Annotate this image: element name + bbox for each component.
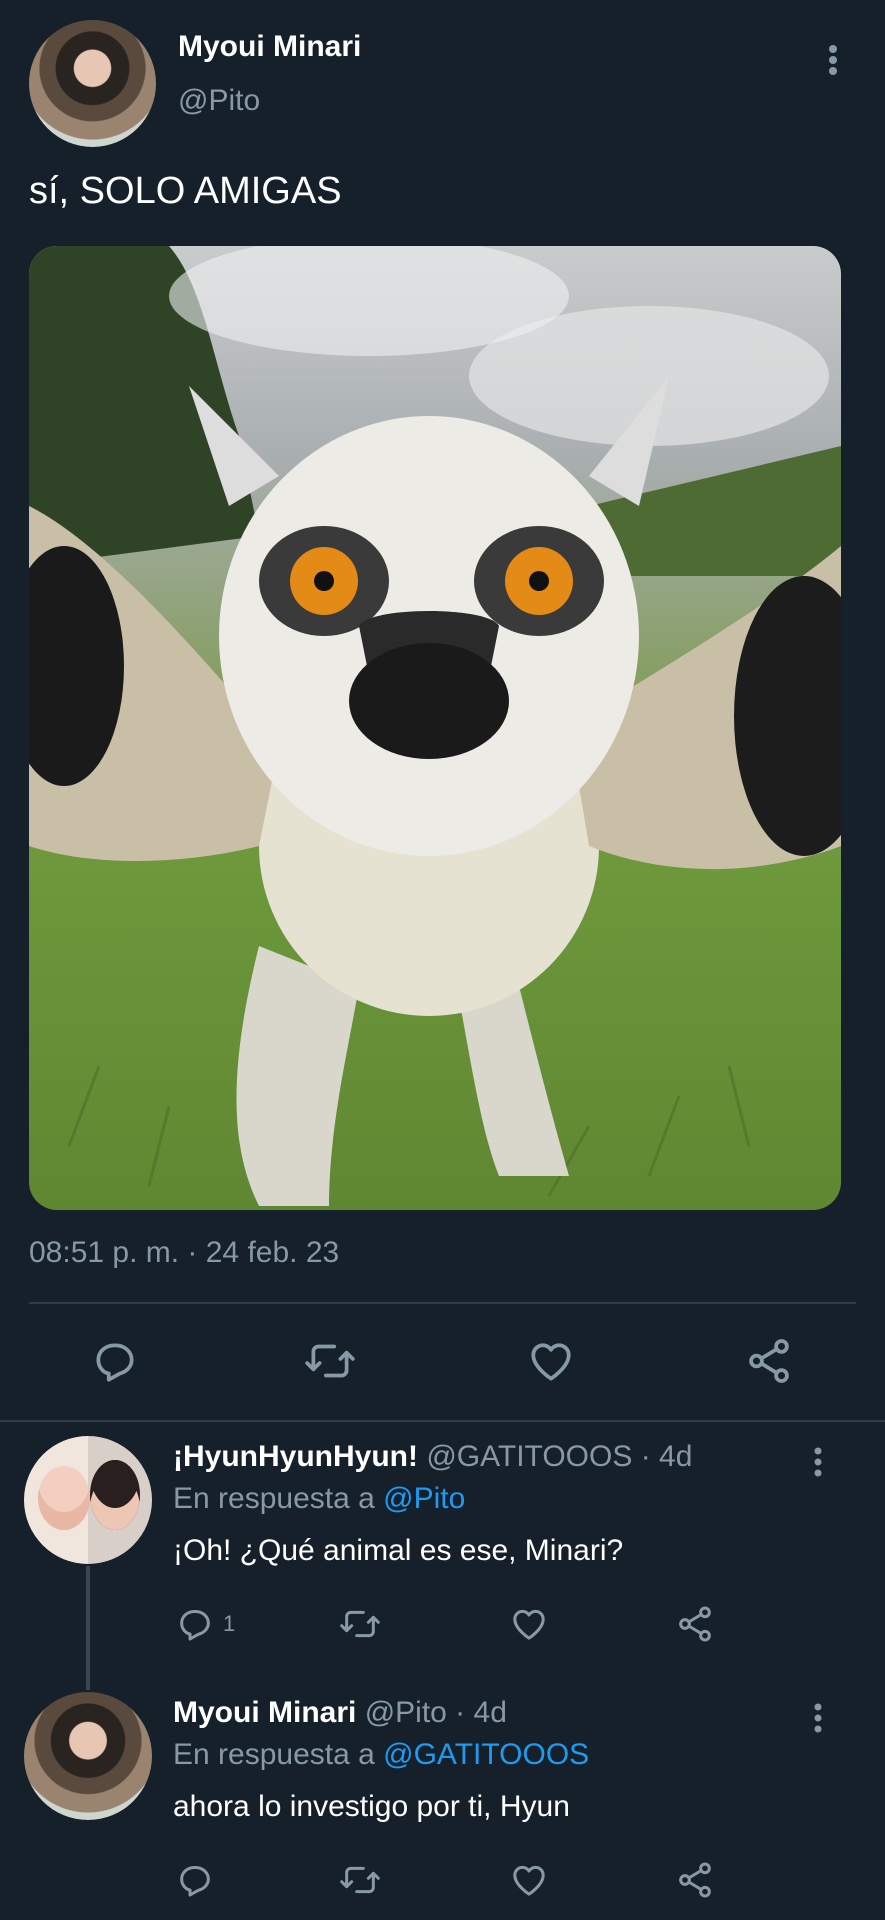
replying-to: En respuesta a @GATITOOOS [173,1738,589,1772]
separator: · [632,1440,660,1473]
reply-author-name[interactable]: ¡HyunHyunHyun! [173,1440,418,1473]
author-handle[interactable]: @Pito [178,84,260,118]
heart-icon[interactable] [508,1604,550,1644]
share-icon[interactable] [675,1604,715,1644]
replying-to-link[interactable]: @GATITOOOS [383,1738,589,1771]
reply-age: 4d [473,1696,507,1729]
reply-header: ¡HyunHyunHyun! @GATITOOOS · 4d [173,1440,692,1474]
share-icon[interactable] [675,1860,715,1900]
retweet-icon[interactable] [338,1604,382,1644]
author-name[interactable]: Myoui Minari [178,30,361,64]
reply-item[interactable]: Myoui Minari @Pito · 4d En respuesta a @… [0,1678,885,1920]
reply-text: ¡Oh! ¿Qué animal es ese, Minari? [173,1534,624,1567]
reply-avatar[interactable] [24,1692,152,1820]
heart-icon[interactable] [508,1860,550,1900]
replying-prefix: En respuesta a [173,1482,384,1515]
replying-to: En respuesta a @Pito [173,1482,465,1516]
replying-to-link[interactable]: @Pito [383,1482,465,1515]
more-vertical-icon[interactable] [806,1700,830,1736]
reply-action[interactable]: 1 [175,1604,235,1644]
tweet-media-image[interactable] [29,246,841,1210]
main-tweet: Myoui Minari @Pito sí, SOLO AMIGAS 08:51… [0,0,885,1422]
author-avatar[interactable] [29,20,156,147]
more-vertical-icon[interactable] [818,40,848,80]
tweet-timestamp: 08:51 p. m. · 24 feb. 23 [29,1236,340,1269]
reply-author-name[interactable]: Myoui Minari [173,1696,356,1729]
retweet-icon[interactable] [338,1860,382,1900]
reply-action[interactable] [175,1860,223,1900]
retweet-icon[interactable] [303,1336,357,1386]
reply-icon[interactable] [90,1336,140,1386]
reply-icon[interactable] [175,1604,215,1644]
more-vertical-icon[interactable] [806,1444,830,1480]
replying-prefix: En respuesta a [173,1738,384,1771]
reply-avatar[interactable] [24,1436,152,1564]
heart-icon[interactable] [525,1336,577,1386]
separator: · [446,1696,474,1729]
reply-age: 4d [659,1440,693,1473]
reply-author-handle[interactable]: @Pito [365,1696,447,1729]
thread-connector-line [86,1566,90,1690]
reply-text: ahora lo investigo por ti, Hyun [173,1790,570,1823]
tweet-text: sí, SOLO AMIGAS [29,170,342,212]
reply-item[interactable]: ¡HyunHyunHyun! @GATITOOOS · 4d En respue… [0,1422,885,1690]
share-icon[interactable] [744,1336,794,1386]
divider [29,1302,856,1304]
reply-icon[interactable] [175,1860,215,1900]
reply-count: 1 [223,1611,236,1636]
reply-header: Myoui Minari @Pito · 4d [173,1696,507,1730]
reply-author-handle[interactable]: @GATITOOOS [426,1440,632,1473]
